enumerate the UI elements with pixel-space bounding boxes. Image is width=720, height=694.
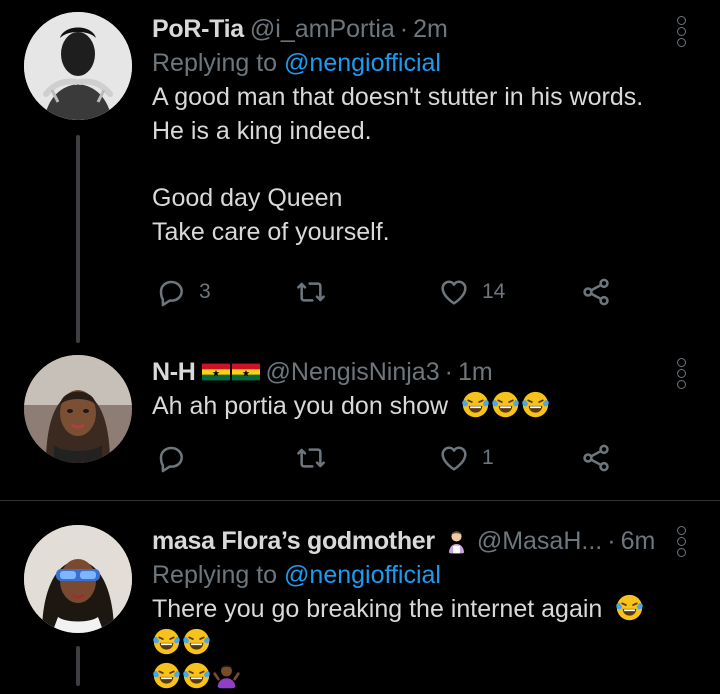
mention-link[interactable]: @nengiofficial: [284, 49, 441, 77]
laughing-tears-emoji: [491, 390, 520, 419]
like-count: 1: [482, 446, 494, 469]
tweet-header: PoR-Tia @i_amPortia · 2m: [152, 12, 670, 46]
replying-prefix: Replying to: [152, 561, 285, 589]
separator: ·: [444, 358, 453, 386]
user-handle[interactable]: @i_amPortia: [250, 12, 395, 46]
laughing-tears-emoji: [182, 661, 211, 690]
retweet-button[interactable]: [295, 276, 327, 308]
ghana-flag-icon: [201, 363, 230, 381]
avatar[interactable]: [24, 12, 132, 120]
replying-prefix: Replying to: [152, 49, 285, 77]
avatar-nh-image: [24, 355, 132, 463]
user-handle[interactable]: @MasaH...: [477, 524, 602, 558]
person-shrugging-emoji: [212, 661, 241, 690]
user-handle[interactable]: @NengisNinja3: [266, 355, 440, 389]
replying-to: Replying to @nengiofficial: [152, 46, 670, 80]
tweet-nengisninja[interactable]: N-H @NengisNinja3 · 1m Ah ah portia you …: [0, 340, 720, 500]
laughing-tears-emoji: [182, 627, 211, 656]
avatar[interactable]: [24, 525, 132, 633]
laughing-tears-emoji: [461, 390, 490, 419]
display-name[interactable]: PoR-Tia: [152, 12, 244, 46]
timestamp[interactable]: 6m: [621, 524, 656, 558]
reply-icon: [155, 276, 187, 308]
action-bar: 3 14: [155, 276, 625, 316]
laughing-tears-emoji: [152, 627, 181, 656]
share-icon: [580, 442, 612, 474]
retweet-button[interactable]: [295, 442, 327, 474]
tweet-header: masa Flora’s godmother @MasaH... · 6m: [152, 524, 670, 558]
tweet-masa[interactable]: masa Flora’s godmother @MasaH... · 6m Re…: [0, 501, 720, 674]
tweet-line: Ah ah portia you don show: [152, 392, 449, 420]
laughing-tears-emoji: [615, 593, 644, 622]
mention-link[interactable]: @nengiofficial: [284, 561, 441, 589]
more-icon[interactable]: [677, 358, 687, 391]
tweet-line: A good man that doesn't stutter in his w…: [152, 83, 644, 111]
like-count: 14: [482, 280, 506, 303]
tweet-line: Good day Queen: [152, 184, 343, 212]
laughing-tears-emoji: [521, 390, 550, 419]
tweet-text: There you go breaking the internet again: [152, 592, 670, 694]
avatar[interactable]: [24, 355, 132, 463]
separator: ·: [607, 527, 616, 555]
person-emoji: [443, 528, 470, 555]
tweet-header: N-H @NengisNinja3 · 1m: [152, 355, 670, 389]
retweet-icon: [295, 442, 327, 474]
tweet-text: Ah ah portia you don show: [152, 389, 670, 423]
share-button[interactable]: [580, 442, 612, 474]
retweet-icon: [295, 276, 327, 308]
timestamp[interactable]: 2m: [413, 12, 448, 46]
avatar-portia-image: [24, 12, 132, 120]
tweet-text: A good man that doesn't stutter in his w…: [152, 80, 670, 249]
reply-icon: [155, 442, 187, 474]
action-bar: 1: [155, 442, 625, 482]
more-icon[interactable]: [677, 526, 687, 559]
ghana-flag-icon: [231, 363, 260, 381]
laughing-tears-emoji: [152, 661, 181, 690]
reply-count: 3: [199, 280, 211, 303]
like-icon: [438, 276, 470, 308]
timestamp[interactable]: 1m: [458, 355, 493, 389]
avatar-masa-image: [24, 525, 132, 633]
replying-to: Replying to @nengiofficial: [152, 558, 670, 592]
more-icon[interactable]: [677, 16, 687, 49]
tweet-portia[interactable]: PoR-Tia @i_amPortia · 2m Replying to @ne…: [0, 0, 720, 343]
like-button[interactable]: 14: [438, 276, 505, 308]
tweet-line: He is a king indeed.: [152, 117, 372, 145]
tweet-line: Take care of yourself.: [152, 218, 390, 246]
display-name[interactable]: masa Flora’s godmother: [152, 524, 435, 558]
like-button[interactable]: 1: [438, 442, 494, 474]
separator: ·: [399, 15, 409, 43]
like-icon: [438, 442, 470, 474]
share-button[interactable]: [580, 276, 612, 308]
thread-line: [76, 135, 80, 343]
reply-button[interactable]: 3: [155, 276, 211, 308]
thread-line: [76, 646, 80, 686]
reply-button[interactable]: [155, 442, 187, 474]
share-icon: [580, 276, 612, 308]
display-name[interactable]: N-H: [152, 355, 196, 389]
tweet-line: There you go breaking the internet again: [152, 595, 603, 623]
